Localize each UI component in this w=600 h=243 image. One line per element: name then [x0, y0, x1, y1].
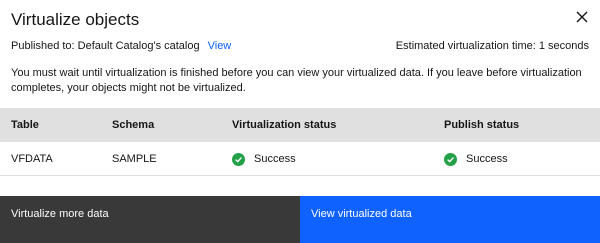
publish-status-text: Success [466, 153, 508, 165]
modal-title: Virtualize objects [11, 10, 140, 29]
published-to: Published to: Default Catalog's catalog V… [11, 38, 231, 54]
success-check-icon [232, 152, 245, 166]
published-label: Published to: Default Catalog's catalog [11, 40, 200, 52]
estimated-time: Estimated virtualization time: 1 seconds [395, 40, 589, 52]
column-header-table: Table [11, 119, 39, 131]
view-virtualized-data-button[interactable]: View virtualized data [300, 196, 600, 243]
column-header-schema: Schema [112, 119, 155, 131]
virtualize-objects-modal: Virtualize objects Published to: Default… [0, 0, 600, 243]
close-icon [576, 11, 588, 23]
cell-schema: SAMPLE [112, 153, 157, 165]
view-catalog-link[interactable]: View [208, 40, 232, 52]
column-header-publish-status: Publish status [444, 119, 520, 131]
cell-virtualization-status: Success [232, 142, 296, 176]
column-header-virtualization-status: Virtualization status [232, 119, 337, 131]
success-check-icon [444, 152, 457, 166]
table-row: VFDATA SAMPLE Success Success [0, 142, 600, 176]
modal-footer: Virtualize more data View virtualized da… [0, 196, 600, 243]
virtualization-status-text: Success [254, 153, 296, 165]
close-button[interactable] [572, 7, 592, 27]
cell-table: VFDATA [11, 153, 53, 165]
cell-publish-status: Success [444, 142, 508, 176]
wait-notice: You must wait until virtualization is fi… [11, 67, 582, 94]
table-header: Table Schema Virtualization status Publi… [0, 108, 600, 142]
virtualize-more-data-button[interactable]: Virtualize more data [0, 196, 300, 243]
virtualization-table: Table Schema Virtualization status Publi… [0, 108, 600, 176]
